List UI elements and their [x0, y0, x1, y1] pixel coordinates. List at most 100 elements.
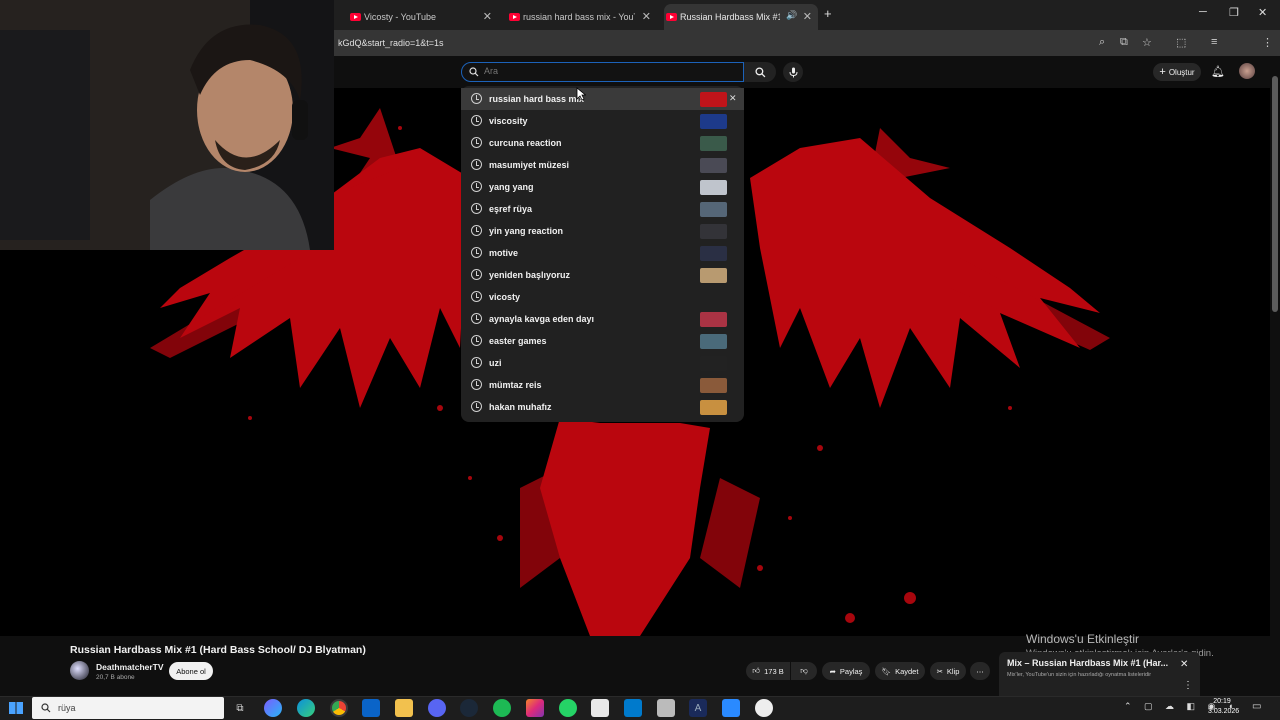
mail-icon[interactable]	[362, 699, 380, 717]
search-button[interactable]	[744, 62, 776, 82]
app-icon[interactable]	[657, 699, 675, 717]
windows-start-icon[interactable]	[9, 702, 23, 714]
copilot-icon[interactable]	[264, 699, 282, 717]
bookmark-star-icon[interactable]: ☆	[1142, 36, 1152, 49]
channel-name[interactable]: DeathmatcherTV	[96, 662, 164, 672]
menu-kebab-icon[interactable]: ⋮	[1262, 36, 1273, 49]
search-input[interactable]	[484, 66, 734, 76]
search-box[interactable]	[461, 62, 744, 82]
chrome-icon[interactable]	[330, 699, 348, 717]
more-vertical-icon[interactable]: ⋮	[1183, 680, 1193, 691]
zoom-icon[interactable]: ⌕	[1099, 36, 1105, 49]
discord-icon[interactable]	[428, 699, 446, 717]
app-icon[interactable]	[755, 699, 773, 717]
taskbar-clock[interactable]: 20:19 3.03.2026	[1208, 697, 1239, 717]
steam-icon[interactable]	[460, 699, 478, 717]
scrollbar-thumb[interactable]	[1272, 76, 1278, 312]
task-view-icon[interactable]: ⧉	[231, 699, 249, 717]
save-button[interactable]: 🔖︎ Kaydet	[875, 662, 925, 680]
history-clock-icon	[471, 357, 482, 368]
close-icon[interactable]: ✕	[803, 10, 812, 23]
history-clock-icon	[471, 247, 482, 258]
media-icon[interactable]: ≡	[1211, 36, 1217, 48]
share-label: Paylaş	[839, 666, 863, 676]
tab-russian-hard-bass-mix[interactable]: russian hard bass mix - YouTube ✕	[507, 4, 657, 30]
search-suggestion-item[interactable]: russian hard bass mix ✕	[461, 88, 744, 110]
history-clock-icon	[471, 115, 482, 126]
close-icon[interactable]: ✕	[1180, 659, 1188, 670]
share-arrow-icon: ➦	[829, 666, 836, 676]
thumbs-up-icon: 👍︎	[752, 666, 761, 675]
page-scrollbar[interactable]	[1270, 56, 1280, 696]
search-icon	[41, 703, 51, 713]
search-suggestion-item[interactable]: yin yang reaction	[461, 220, 744, 242]
cast-icon[interactable]: ⧉	[1120, 36, 1128, 49]
search-suggestion-item[interactable]: eşref rüya	[461, 198, 744, 220]
remove-suggestion-icon[interactable]: ✕	[729, 93, 737, 104]
dislike-button[interactable]: 👎︎	[791, 662, 817, 680]
tab-vicosty[interactable]: Vicosty - YouTube ✕	[348, 4, 498, 30]
account-avatar[interactable]	[1239, 63, 1255, 79]
search-icon	[754, 66, 765, 77]
voice-search-button[interactable]	[783, 62, 803, 82]
mix-playlist-panel[interactable]: Mix – Russian Hardbass Mix #1 (Har... Mi…	[999, 652, 1200, 696]
search-suggestion-item[interactable]: hakan muhafız	[461, 396, 744, 418]
more-horizontal-icon: ⋯	[976, 666, 984, 676]
create-button[interactable]: + Oluştur	[1153, 63, 1201, 81]
history-clock-icon	[471, 203, 482, 214]
clip-button[interactable]: ✂ Klip	[930, 662, 966, 680]
share-button[interactable]: ➦ Paylaş	[822, 662, 870, 680]
history-clock-icon	[471, 181, 482, 192]
subscribe-button[interactable]: Abone ol	[169, 662, 213, 680]
like-button[interactable]: 👍︎ 173 B	[746, 662, 790, 680]
minimize-icon[interactable]: ─	[1199, 6, 1207, 18]
speaker-icon[interactable]: 🔊	[786, 10, 797, 21]
search-suggestion-item[interactable]: yeniden başlıyoruz	[461, 264, 744, 286]
app-icon[interactable]	[722, 699, 740, 717]
search-suggestion-item[interactable]: viscosity	[461, 110, 744, 132]
taskbar-search-box[interactable]: rüya	[32, 697, 224, 719]
suggestion-text: motive	[489, 248, 519, 258]
bookmark-icon: 🔖︎	[881, 666, 892, 676]
save-label: Kaydet	[895, 666, 919, 676]
new-tab-button[interactable]: +	[824, 6, 832, 21]
search-suggestion-item[interactable]: masumiyet müzesi	[461, 154, 744, 176]
vscode-icon[interactable]	[624, 699, 642, 717]
close-icon[interactable]: ✕	[483, 10, 492, 23]
suggestion-text: masumiyet müzesi	[489, 160, 570, 170]
search-suggestion-item[interactable]: aynayla kavga eden dayı	[461, 308, 744, 330]
suggestion-text: curcuna reaction	[489, 138, 562, 148]
search-suggestion-item[interactable]: motive	[461, 242, 744, 264]
suggestion-text: mümtaz reis	[489, 380, 542, 390]
restore-icon[interactable]: ❐	[1229, 6, 1239, 19]
search-suggestion-item[interactable]: easter games	[461, 330, 744, 352]
notification-center-icon[interactable]: ▭	[1252, 701, 1261, 712]
whatsapp-icon[interactable]	[559, 699, 577, 717]
suggestion-text: yin yang reaction	[489, 226, 564, 236]
scissors-icon: ✂	[936, 666, 943, 676]
suggestion-text: aynayla kavga eden dayı	[489, 314, 595, 324]
tab-title: russian hard bass mix - YouTube	[523, 12, 635, 22]
notepad-icon[interactable]	[591, 699, 609, 717]
more-actions-button[interactable]: ⋯	[970, 662, 990, 680]
channel-avatar[interactable]	[70, 661, 89, 680]
search-suggestion-item[interactable]: yang yang	[461, 176, 744, 198]
instagram-icon[interactable]	[526, 699, 544, 717]
tab-russian-hardbass-mix-active[interactable]: Russian Hardbass Mix #1 (H 🔊 ✕	[664, 4, 818, 30]
search-suggestion-item[interactable]: mümtaz reis	[461, 374, 744, 396]
search-suggestion-item[interactable]: uzi	[461, 352, 744, 374]
history-clock-icon	[471, 401, 482, 412]
mix-title: Mix – Russian Hardbass Mix #1 (Har...	[1007, 658, 1169, 668]
edge-icon[interactable]	[297, 699, 315, 717]
file-explorer-icon[interactable]	[395, 699, 413, 717]
url-text[interactable]: kGdQ&start_radio=1&t=1s	[338, 38, 444, 48]
history-clock-icon	[471, 291, 482, 302]
search-suggestion-item[interactable]: curcuna reaction	[461, 132, 744, 154]
notifications-bell-icon[interactable]: 🔔︎	[1211, 65, 1225, 78]
adobe-icon[interactable]: A	[689, 699, 707, 717]
close-icon[interactable]: ✕	[642, 10, 651, 23]
search-suggestion-item[interactable]: vicosty	[461, 286, 744, 308]
extensions-icon[interactable]: ⬚	[1176, 36, 1186, 49]
window-close-icon[interactable]: ✕	[1258, 6, 1267, 19]
spotify-icon[interactable]	[493, 699, 511, 717]
